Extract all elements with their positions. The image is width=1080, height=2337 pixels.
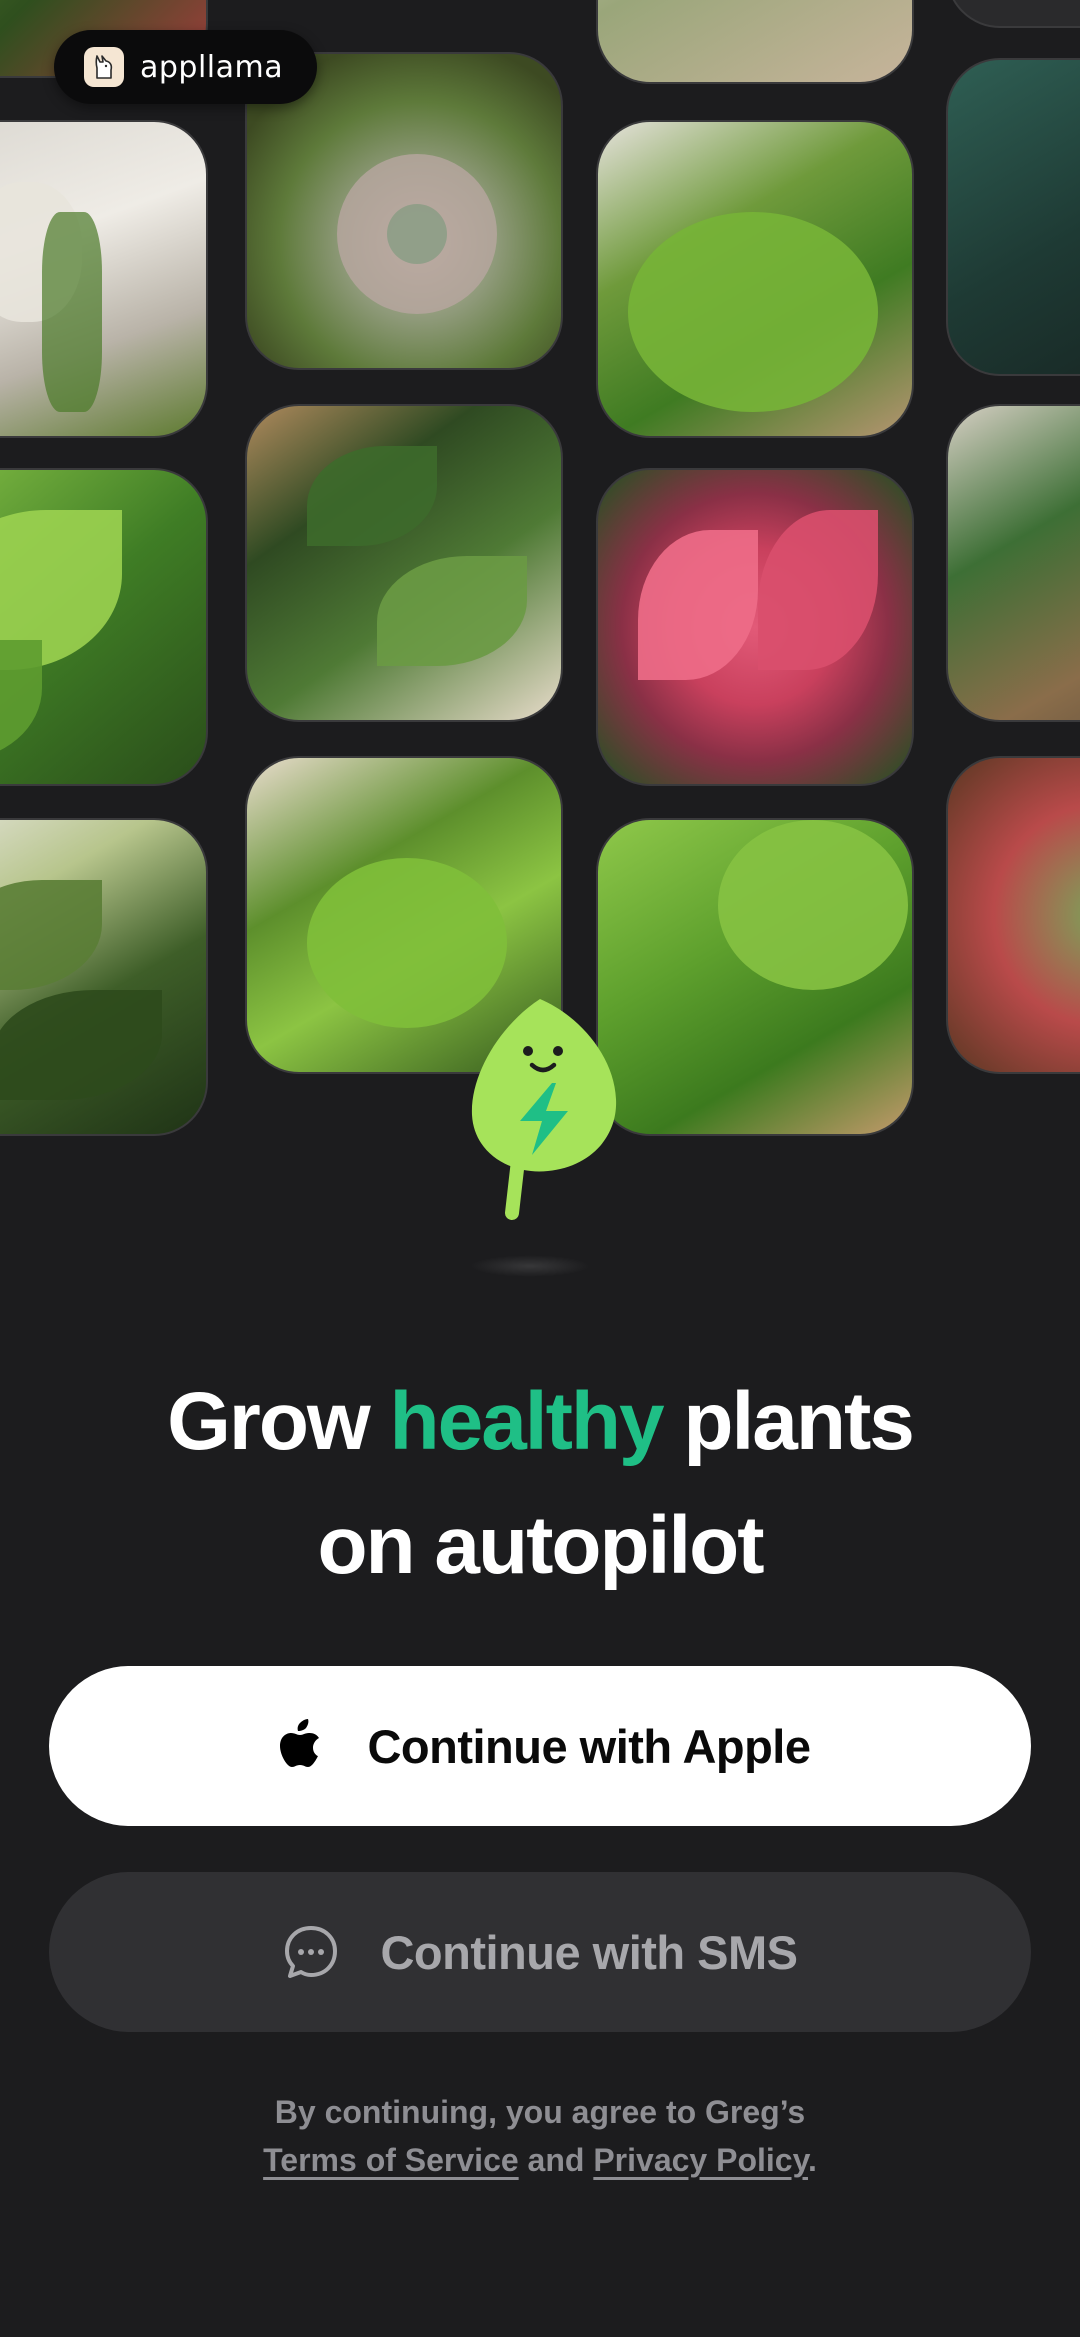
continue-with-apple-button[interactable]: Continue with Apple [49, 1666, 1031, 1826]
legal-suffix: . [807, 2142, 817, 2178]
legal-and: and [518, 2142, 594, 2178]
headline-line-2: on autopilot [317, 1500, 764, 1591]
plant-tile-calathea-zebra [946, 404, 1080, 722]
mascot-shadow [470, 1255, 590, 1277]
privacy-policy-link[interactable]: Privacy Policy [593, 2142, 808, 2178]
llama-logo-icon [84, 47, 124, 87]
plant-tile-alocasia [596, 818, 914, 1136]
plant-tile-top-partial [596, 0, 914, 84]
plant-tile-dark-partial [946, 0, 1080, 28]
legal-links-line: Terms of Service and Privacy Policy. [0, 2136, 1080, 2184]
apple-icon [269, 1717, 327, 1775]
plant-tile-calathea [0, 818, 208, 1136]
plant-tile-monstera-large [596, 120, 914, 438]
headline: Grow healthy plants on autopilot [0, 1360, 1080, 1608]
headline-suffix: plants [662, 1376, 914, 1467]
continue-with-sms-button[interactable]: Continue with SMS [49, 1872, 1031, 2032]
headline-accent-word: healthy [389, 1376, 665, 1467]
plant-tile-philodendron [0, 468, 208, 786]
sms-button-label: Continue with SMS [380, 1925, 798, 1979]
plant-tile-aglaonema-pink [596, 468, 914, 786]
plant-tile-agave [946, 58, 1080, 376]
headline-prefix: Grow [167, 1376, 390, 1467]
plant-tile-string-of-pearls [0, 120, 208, 438]
plant-photo-gallery [0, 0, 1080, 1160]
apple-button-label: Continue with Apple [367, 1719, 811, 1773]
legal-prefix: By continuing, you agree to Greg’s [274, 2094, 806, 2130]
plant-tile-succulent-red [946, 756, 1080, 1074]
brand-name: appllama [140, 49, 284, 85]
brand-badge: appllama [54, 30, 318, 104]
headline-line-1: Grow healthy plants [0, 1360, 1080, 1484]
plant-tile-prayer-plant [245, 404, 563, 722]
chat-bubble-icon [282, 1923, 340, 1981]
terms-of-service-link[interactable]: Terms of Service [263, 2142, 519, 2178]
leaf-mascot-icon [460, 995, 630, 1235]
legal-notice: By continuing, you agree to Greg’s Terms… [0, 2088, 1080, 2184]
